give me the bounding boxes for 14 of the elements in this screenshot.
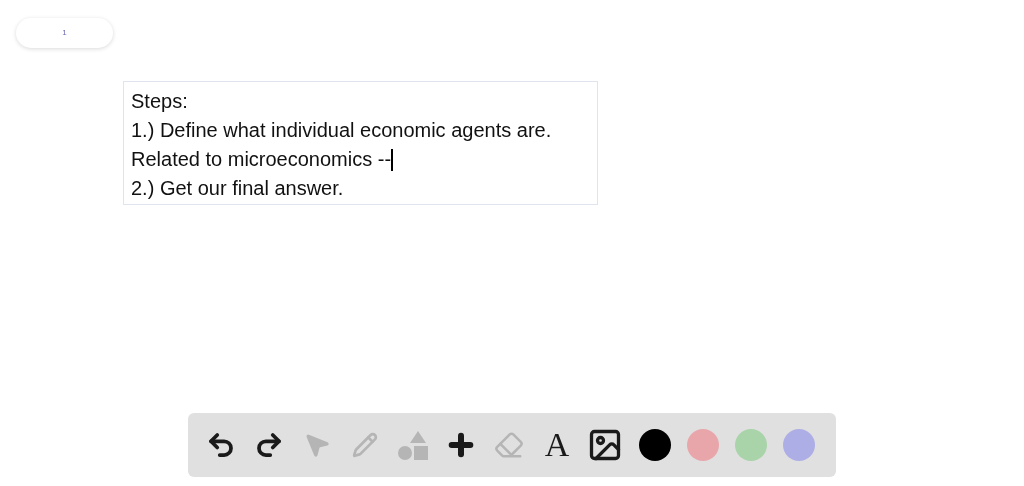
text-cursor — [391, 148, 393, 171]
text-line: 1.) Define what individual economic agents are. — [131, 118, 552, 143]
page-badge[interactable]: 1 — [16, 18, 113, 48]
image-tool[interactable] — [587, 427, 623, 463]
color-swatch[interactable] — [735, 429, 767, 461]
text-line: Related to microeconomics -- — [131, 147, 392, 172]
text-line: Steps: — [131, 89, 188, 114]
color-swatch[interactable] — [687, 429, 719, 461]
text-tool[interactable]: A — [539, 427, 575, 463]
text-box[interactable]: Steps: 1.) Define what individual economic agents are. Related to microeconomics -- 2.) Get our final answer. — [123, 81, 598, 205]
color-swatch[interactable] — [783, 429, 815, 461]
text-line: 2.) Get our final answer. — [131, 176, 344, 201]
color-swatch[interactable] — [639, 429, 671, 461]
page-number: 1 — [62, 27, 67, 39]
